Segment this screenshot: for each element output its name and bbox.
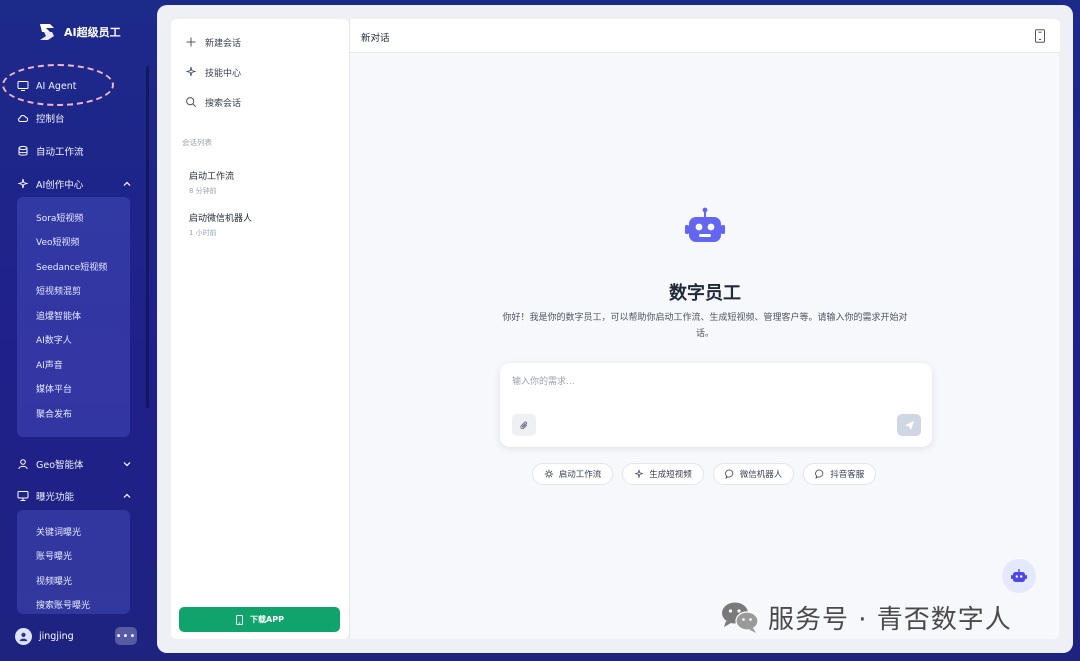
- search-conversation-label: 搜索会话: [205, 98, 242, 109]
- sidebar-item-console[interactable]: 控制台: [16, 105, 134, 131]
- user-profile[interactable]: jingjing: [15, 626, 74, 646]
- submenu-item-media-platform[interactable]: 媒体平台: [17, 377, 130, 402]
- brand-name: AI超级员工: [64, 26, 121, 39]
- sidebar-item-workflow[interactable]: 自动工作流: [16, 138, 134, 164]
- conversation-title: 启动微信机器人: [189, 214, 253, 224]
- conversation-time: 8 分钟前: [189, 187, 217, 195]
- message-composer: [500, 363, 932, 447]
- submenu-item-viral-agent[interactable]: 追爆智能体: [17, 303, 130, 328]
- cloud-icon: [16, 112, 29, 125]
- submenu-item-account-exposure[interactable]: 账号曝光: [17, 544, 130, 569]
- conversation-time: 1 小时前: [189, 229, 217, 237]
- sidebar-item-ai-agent[interactable]: AI Agent: [16, 73, 134, 99]
- quick-action-wechat-bot[interactable]: 微信机器人: [712, 463, 795, 485]
- sidebar-item-exposure[interactable]: 曝光功能: [16, 483, 134, 509]
- submenu-item-seedance[interactable]: Seedance短视频: [17, 254, 130, 279]
- skill-center-label: 技能中心: [205, 68, 242, 79]
- quick-action-label: 微信机器人: [739, 470, 783, 480]
- conversation-list-title: 会话列表: [182, 138, 212, 147]
- sparkle-icon: [185, 66, 197, 77]
- submenu-item-video-exposure[interactable]: 视频曝光: [17, 568, 130, 593]
- sparkle-icon: [16, 178, 29, 191]
- robot-icon: [685, 207, 725, 242]
- submenu-item-digital-human[interactable]: AI数字人: [17, 328, 130, 353]
- hero-title: 数字员工: [669, 283, 741, 304]
- exposure-submenu: 关键词曝光 账号曝光 视频曝光 搜索账号曝光: [17, 510, 130, 614]
- sidebar-item-label: AI创作中心: [36, 180, 84, 191]
- chevron-up-icon: [123, 493, 131, 498]
- workflow-icon: [16, 145, 29, 158]
- more-options-button[interactable]: •••: [115, 627, 137, 645]
- download-app-label: 下载APP: [250, 615, 284, 624]
- chevron-up-icon: [123, 181, 131, 186]
- mobile-view-icon[interactable]: [1034, 29, 1046, 43]
- chat-header: 新对话: [350, 19, 1060, 53]
- send-button[interactable]: [897, 414, 921, 436]
- quick-actions: 启动工作流 生成短视频 微信机器人 抖音客服: [350, 463, 1060, 485]
- submenu-item-sora[interactable]: Sora短视频: [17, 205, 130, 230]
- sidebar-scrollbar[interactable]: [146, 66, 149, 408]
- submenu-item-publish[interactable]: 聚合发布: [17, 401, 130, 426]
- search-conversation-button[interactable]: 搜索会话: [185, 92, 241, 112]
- hero-description: 你好！我是你的数字员工，可以帮助你启动工作流、生成短视频、管理客户等。请输入你的…: [502, 313, 908, 339]
- main-panel: 新建会话 技能中心 搜索会话 会话列表 启动工作流 8 分钟前 启动微信机器人 …: [157, 5, 1073, 653]
- display-icon: [16, 490, 29, 503]
- phone-icon: [236, 614, 244, 625]
- sidebar-item-label: 曝光功能: [36, 492, 75, 503]
- sidebar-item-label: Geo智能体: [36, 460, 84, 471]
- message-input[interactable]: [512, 371, 917, 393]
- chat-icon: [724, 469, 733, 479]
- user-icon: [16, 458, 29, 471]
- send-icon: [904, 420, 914, 430]
- search-icon: [186, 97, 197, 108]
- monitor-icon: [16, 80, 29, 93]
- conversation-item[interactable]: 启动微信机器人 1 小时前: [189, 211, 339, 238]
- quick-action-start-workflow[interactable]: 启动工作流: [531, 463, 614, 485]
- sidebar-item-ai-creation[interactable]: AI创作中心: [16, 171, 134, 197]
- conversation-panel: 新建会话 技能中心 搜索会话 会话列表 启动工作流 8 分钟前 启动微信机器人 …: [171, 19, 349, 639]
- chat-icon: [815, 469, 824, 479]
- quick-action-label: 生成短视频: [649, 470, 692, 480]
- download-app-button[interactable]: 下载APP: [179, 607, 340, 632]
- sidebar-item-geo-agent[interactable]: Geo智能体: [16, 451, 134, 477]
- plus-icon: [186, 37, 196, 47]
- brand[interactable]: AI超级员工: [36, 20, 121, 44]
- conversation-item[interactable]: 启动工作流 8 分钟前: [189, 169, 339, 196]
- new-conversation-button[interactable]: 新建会话: [185, 32, 241, 52]
- chevron-down-icon: [123, 462, 131, 467]
- submenu-item-veo[interactable]: Veo短视频: [17, 230, 130, 255]
- chat-area: 新对话 数字员工 你好！我是你的数字员工，可以帮助你启动工作流、生成短视频、管理…: [349, 19, 1060, 639]
- avatar: [15, 627, 32, 645]
- user-avatar-icon: [19, 632, 28, 641]
- quick-action-douyin-service[interactable]: 抖音客服: [803, 463, 877, 485]
- submenu-item-keyword-exposure[interactable]: 关键词曝光: [17, 519, 130, 544]
- sidebar: AI超级员工 AI Agent 控制台 自动工作流 AI创作中心 Sora短视频…: [0, 0, 150, 661]
- sidebar-item-label: AI Agent: [36, 80, 77, 92]
- paperclip-icon: [519, 420, 527, 429]
- chat-title: 新对话: [361, 33, 390, 44]
- sidebar-item-label: 自动工作流: [36, 147, 84, 158]
- new-conversation-label: 新建会话: [205, 38, 242, 49]
- sidebar-item-label: 控制台: [36, 114, 65, 125]
- quick-action-generate-video[interactable]: 生成短视频: [622, 463, 704, 485]
- brand-logo-icon: [36, 21, 58, 43]
- submenu-item-search-account-exposure[interactable]: 搜索账号曝光: [17, 593, 130, 618]
- floating-assistant-button[interactable]: [1002, 559, 1036, 593]
- gear-icon: [544, 469, 553, 479]
- ai-creation-submenu: Sora短视频 Veo短视频 Seedance短视频 短视频混剪 追爆智能体 A…: [17, 197, 130, 437]
- sparkle-icon: [635, 469, 644, 478]
- quick-action-label: 抖音客服: [830, 470, 865, 480]
- submenu-item-video-mix[interactable]: 短视频混剪: [17, 279, 130, 304]
- skill-center-button[interactable]: 技能中心: [185, 62, 241, 82]
- submenu-item-ai-voice[interactable]: AI声音: [17, 352, 130, 377]
- user-name: jingjing: [39, 630, 74, 642]
- quick-action-label: 启动工作流: [558, 470, 602, 480]
- conversation-title: 启动工作流: [189, 172, 235, 182]
- attach-button[interactable]: [512, 414, 536, 436]
- robot-icon: [1011, 569, 1027, 582]
